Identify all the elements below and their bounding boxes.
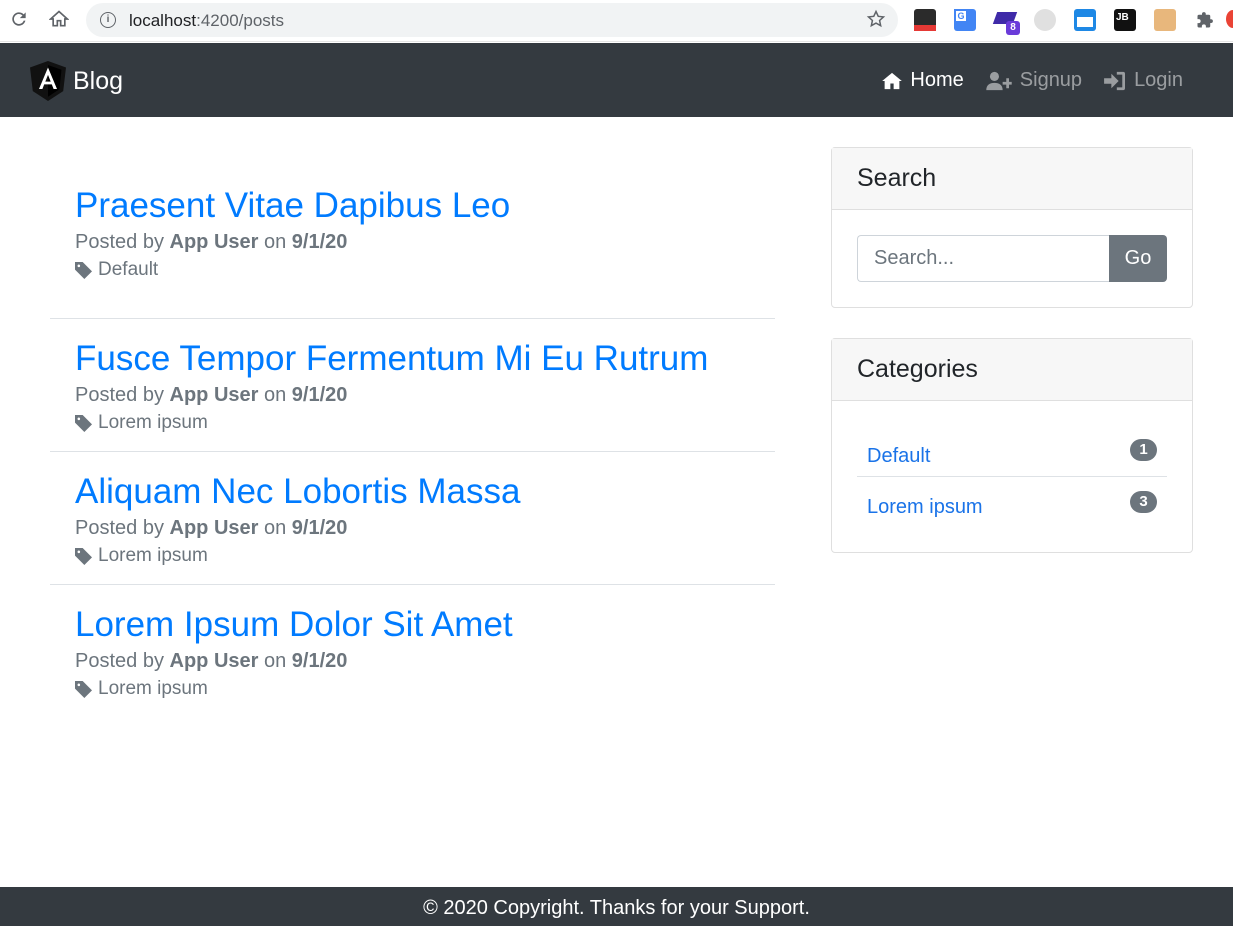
search-card-title: Search	[832, 148, 1192, 210]
brand[interactable]: Blog	[30, 61, 123, 101]
face-extension-icon[interactable]	[1154, 9, 1176, 31]
post-item: Fusce Tempor Fermentum Mi Eu Rutrum Post…	[50, 319, 775, 452]
post-date: 9/1/20	[291, 384, 348, 406]
search-go-button[interactable]: Go	[1109, 235, 1167, 282]
post-title-link[interactable]: Praesent Vitae Dapibus Leo	[75, 186, 750, 226]
category-item: Default 1	[857, 426, 1167, 477]
home-icon	[882, 72, 903, 89]
post-date: 9/1/20	[291, 231, 348, 253]
user-plus-icon	[986, 71, 1012, 90]
browser-home-icon[interactable]	[48, 8, 70, 30]
post-meta: Posted by App User on 9/1/20	[75, 384, 348, 406]
jetbrains-extension-icon[interactable]: JB	[1114, 9, 1136, 31]
puzzle-extensions-icon[interactable]	[1196, 11, 1214, 29]
post-title-link[interactable]: Lorem Ipsum Dolor Sit Amet	[75, 605, 750, 645]
browser-toolbar: i localhost:4200/posts G 8 JB	[0, 0, 1233, 42]
tag-icon	[75, 680, 92, 698]
post-item: Lorem Ipsum Dolor Sit Amet Posted by App…	[50, 585, 775, 718]
nav-login[interactable]: Login	[1104, 69, 1183, 92]
angular-logo-icon	[30, 61, 66, 101]
category-item: Lorem ipsum 3	[857, 477, 1167, 528]
post-category[interactable]: Lorem ipsum	[75, 412, 750, 434]
star-search-extension-icon[interactable]	[1034, 9, 1056, 31]
footer: © 2020 Copyright. Thanks for your Suppor…	[0, 887, 1233, 926]
nav-signup[interactable]: Signup	[986, 69, 1082, 92]
post-date: 9/1/20	[291, 517, 348, 539]
category-count-badge: 1	[1130, 439, 1157, 461]
post-author: App User	[169, 650, 259, 672]
sign-in-icon	[1104, 71, 1126, 90]
address-bar[interactable]: i localhost:4200/posts	[86, 3, 898, 37]
categories-card-title: Categories	[832, 339, 1192, 401]
category-link[interactable]: Default	[867, 445, 930, 468]
sesli-extension-icon[interactable]	[914, 9, 936, 31]
post-meta: Posted by App User on 9/1/20	[75, 517, 348, 539]
profile-avatar-icon[interactable]	[1226, 10, 1233, 28]
bookmark-star-icon[interactable]	[866, 9, 886, 29]
url-text: localhost:4200/posts	[129, 11, 285, 30]
graduation-cap-extension-icon[interactable]: 8	[992, 9, 1020, 35]
search-input[interactable]	[857, 235, 1109, 282]
categories-card: Categories Default 1 Lorem ipsum 3	[831, 338, 1193, 553]
post-meta: Posted by App User on 9/1/20	[75, 650, 348, 672]
category-count-badge: 3	[1130, 490, 1157, 513]
post-item: Aliquam Nec Lobortis Massa Posted by App…	[50, 452, 775, 585]
window-extension-icon[interactable]	[1074, 9, 1096, 31]
tag-icon	[75, 547, 92, 565]
translate-extension-icon[interactable]: G	[954, 9, 976, 31]
search-card: Search Go	[831, 147, 1193, 308]
post-date: 9/1/20	[291, 650, 348, 672]
extension-badge: 8	[1006, 21, 1020, 35]
post-author: App User	[169, 517, 259, 539]
tag-icon	[75, 414, 92, 432]
post-title-link[interactable]: Fusce Tempor Fermentum Mi Eu Rutrum	[75, 339, 750, 379]
category-link[interactable]: Lorem ipsum	[867, 496, 983, 519]
post-category[interactable]: Default	[75, 259, 750, 281]
footer-copyright: © 2020 Copyright. Thanks for your Suppor…	[423, 897, 810, 919]
tag-icon	[75, 261, 92, 279]
post-title-link[interactable]: Aliquam Nec Lobortis Massa	[75, 472, 750, 512]
site-info-icon[interactable]: i	[100, 12, 116, 28]
reload-icon[interactable]	[8, 8, 30, 30]
post-author: App User	[169, 384, 259, 406]
app-navbar: Blog Home Signup Login	[0, 43, 1233, 117]
brand-name: Blog	[73, 66, 124, 95]
post-category[interactable]: Lorem ipsum	[75, 678, 750, 700]
nav-home[interactable]: Home	[882, 69, 964, 92]
post-author: App User	[169, 231, 259, 253]
post-list: Praesent Vitae Dapibus Leo Posted by App…	[50, 186, 775, 718]
post-meta: Posted by App User on 9/1/20	[75, 231, 348, 253]
post-category[interactable]: Lorem ipsum	[75, 545, 750, 567]
post-item: Praesent Vitae Dapibus Leo Posted by App…	[50, 186, 775, 319]
